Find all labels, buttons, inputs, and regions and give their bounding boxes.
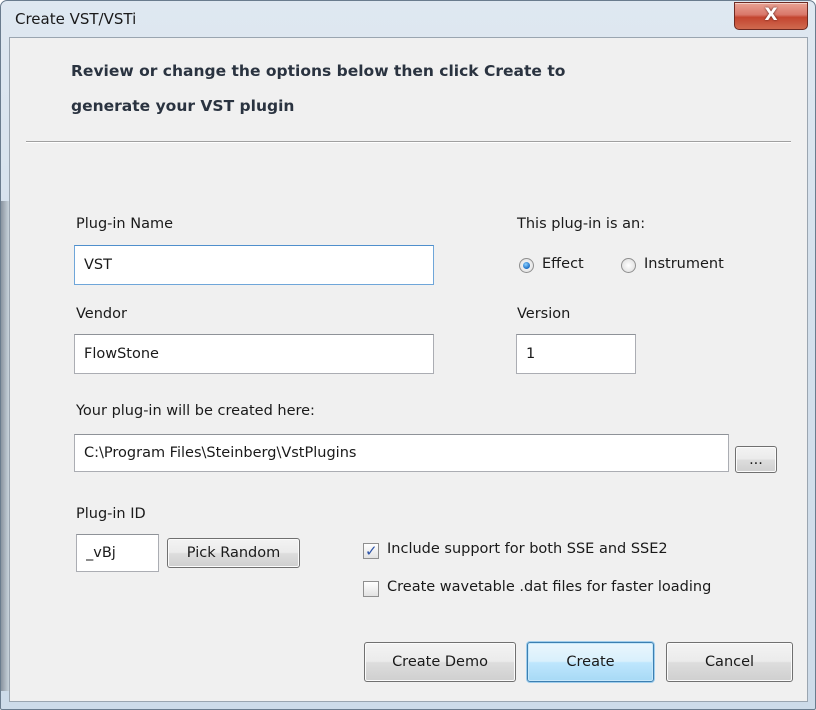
create-button[interactable]: Create (527, 642, 654, 682)
location-input[interactable] (74, 434, 729, 472)
effect-radio-label[interactable]: Effect (542, 256, 584, 272)
create-vst-dialog: Create VST/VSTi X Review or change the o… (0, 0, 816, 710)
plugin-type-label: This plug-in is an: (517, 216, 646, 232)
heading-divider (26, 141, 791, 143)
instructions-line-2: generate your VST plugin (71, 97, 295, 115)
vendor-input[interactable] (74, 334, 434, 374)
plugin-id-label: Plug-in ID (76, 506, 146, 522)
cancel-button[interactable]: Cancel (666, 642, 793, 682)
effect-radio[interactable] (519, 258, 534, 273)
instructions-line-1: Review or change the options below then … (71, 62, 566, 80)
checkmark-icon: ✓ (365, 542, 378, 560)
instrument-radio[interactable] (621, 258, 636, 273)
instructions-heading: Review or change the options below then … (71, 54, 711, 124)
wavetable-checkbox[interactable] (363, 581, 379, 597)
wavetable-checkbox-label[interactable]: Create wavetable .dat files for faster l… (387, 579, 711, 595)
pick-random-button[interactable]: Pick Random (167, 538, 300, 568)
create-label: Create (566, 654, 615, 670)
browse-button[interactable]: ... (735, 446, 777, 473)
window-edge-shadow (1, 201, 9, 691)
create-demo-label: Create Demo (392, 654, 488, 670)
title-bar[interactable]: Create VST/VSTi X (1, 1, 815, 37)
pick-random-label: Pick Random (186, 545, 281, 561)
window-title: Create VST/VSTi (15, 10, 137, 28)
plugin-id-input[interactable] (76, 534, 159, 572)
close-button[interactable]: X (734, 2, 808, 30)
plugin-name-label: Plug-in Name (76, 216, 174, 232)
plugin-name-input[interactable] (74, 245, 434, 285)
instrument-radio-label[interactable]: Instrument (644, 256, 724, 272)
vendor-label: Vendor (76, 306, 127, 322)
cancel-label: Cancel (704, 654, 755, 670)
browse-button-label: ... (749, 452, 763, 468)
create-demo-button[interactable]: Create Demo (364, 642, 516, 682)
version-input[interactable] (516, 334, 636, 374)
version-label: Version (517, 306, 571, 322)
location-label: Your plug-in will be created here: (76, 403, 315, 419)
close-icon: X (764, 5, 778, 25)
sse-checkbox[interactable]: ✓ (363, 542, 379, 560)
sse-checkbox-label[interactable]: Include support for both SSE and SSE2 (387, 541, 668, 557)
